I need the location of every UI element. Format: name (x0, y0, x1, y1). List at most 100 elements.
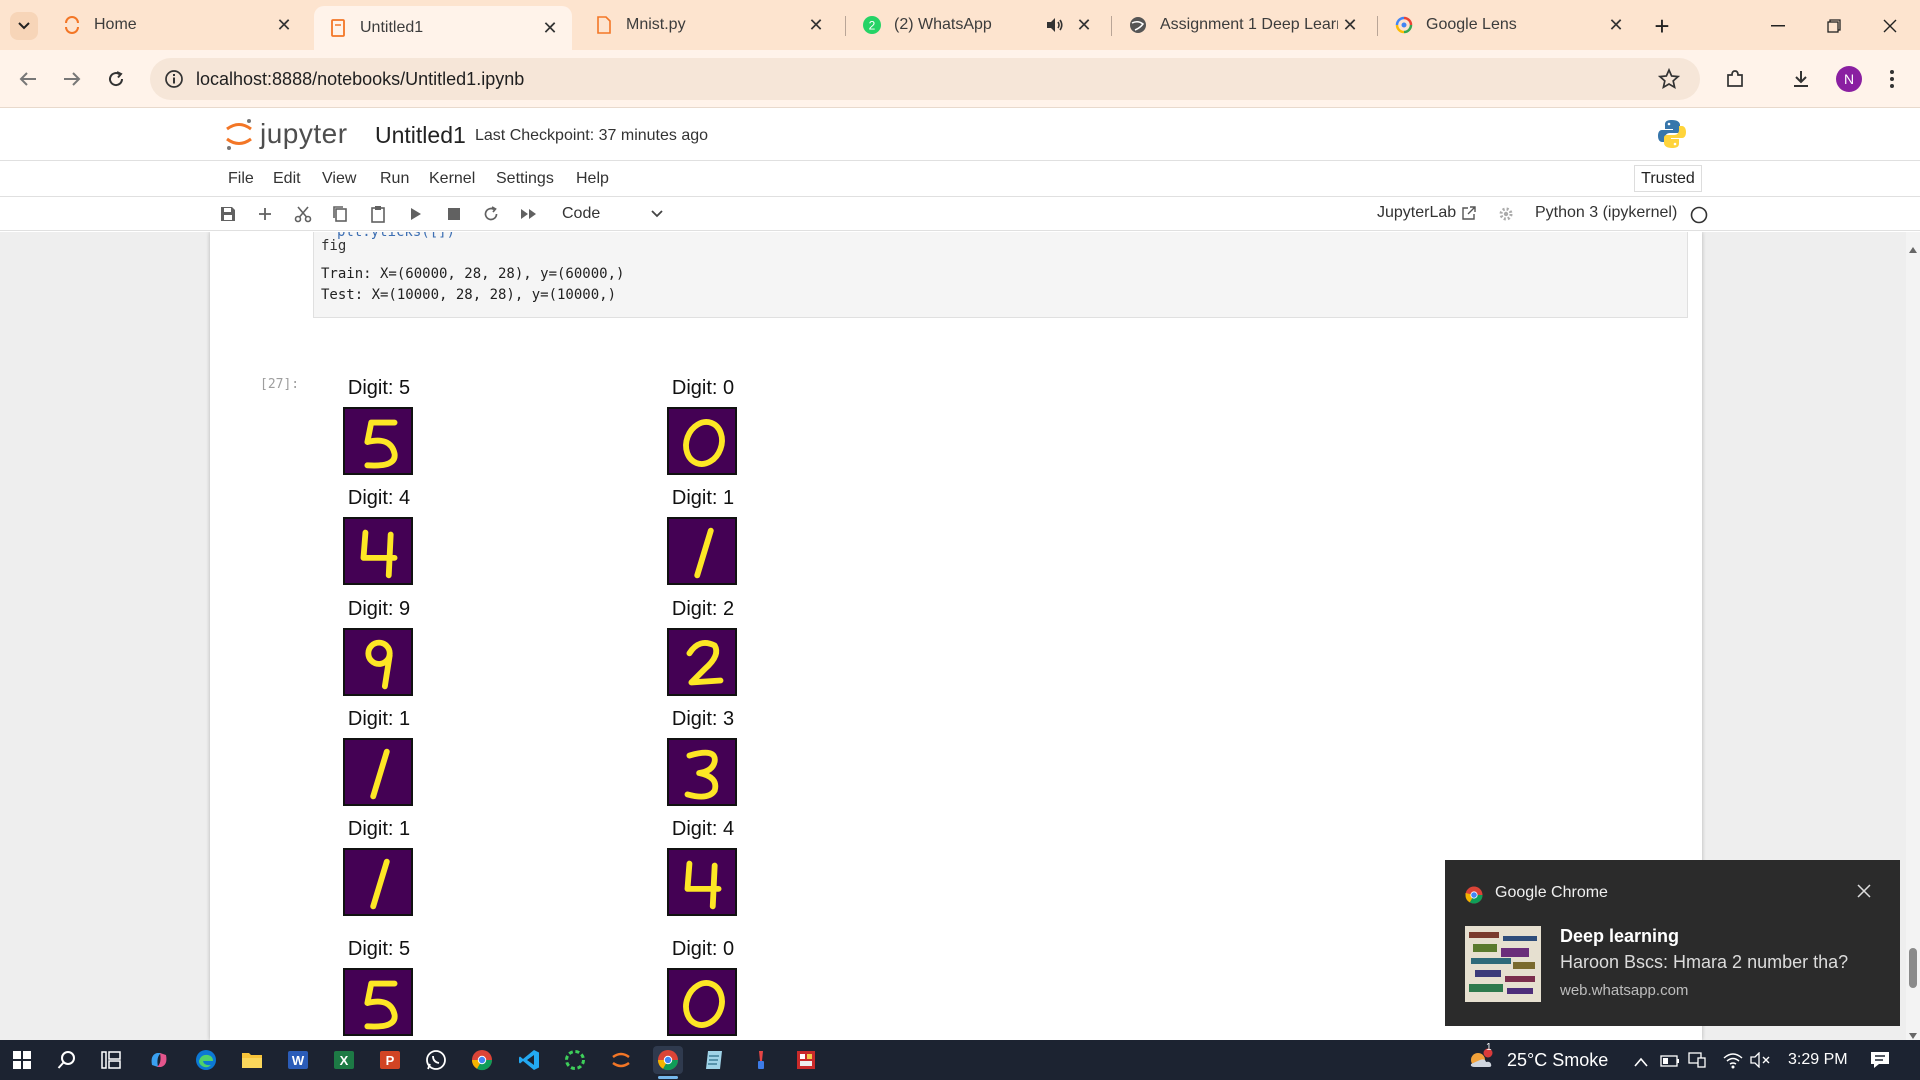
tab-mnist[interactable]: Mnist.py ✕ (580, 8, 838, 42)
menu-edit[interactable]: Edit (273, 170, 301, 188)
save-button[interactable] (218, 204, 238, 224)
close-icon[interactable]: ✕ (804, 13, 828, 37)
close-icon[interactable]: ✕ (1604, 13, 1628, 37)
reload-button[interactable] (100, 63, 132, 95)
cell-type-select[interactable]: Code (558, 201, 663, 227)
image-app[interactable] (792, 1046, 820, 1074)
scrollbar-thumb[interactable] (1909, 948, 1917, 988)
notebook-title[interactable]: Untitled1 (375, 122, 466, 149)
notebook-scrollbar[interactable] (1906, 232, 1920, 1040)
menu-run[interactable]: Run (380, 170, 409, 188)
menu-help[interactable]: Help (576, 170, 609, 188)
paint-app[interactable] (746, 1046, 774, 1074)
restore-button[interactable] (1816, 14, 1852, 38)
back-button[interactable] (12, 63, 44, 95)
url-text: localhost:8888/notebooks/Untitled1.ipynb (196, 69, 525, 89)
digit-image (343, 407, 413, 475)
fast-forward-icon (520, 208, 538, 220)
chrome-active-app[interactable] (653, 1046, 683, 1074)
jupyterlab-link[interactable]: JupyterLab (1377, 204, 1476, 222)
clock-time[interactable]: 3:29 PM (1788, 1051, 1848, 1069)
trusted-label: Trusted (1641, 169, 1695, 187)
copy-button[interactable] (330, 204, 350, 224)
chrome-icon (471, 1049, 493, 1071)
tab-assignment[interactable]: Assignment 1 Deep Learnin ✕ (1114, 8, 1372, 42)
copilot-app[interactable] (145, 1046, 173, 1074)
more-vert-icon (1889, 69, 1895, 89)
tab-google-lens[interactable]: Google Lens ✕ (1380, 8, 1638, 42)
weather-badge: 1 (1486, 1042, 1492, 1053)
profile-avatar[interactable]: N (1836, 66, 1862, 92)
downloads-button[interactable] (1785, 63, 1817, 95)
chrome-menu-button[interactable] (1876, 63, 1908, 95)
close-icon[interactable]: ✕ (272, 13, 296, 37)
tab-home[interactable]: Home ✕ (48, 8, 306, 42)
close-icon[interactable] (1857, 884, 1871, 903)
excel-app[interactable]: X (330, 1046, 358, 1074)
task-view-button[interactable] (97, 1046, 125, 1074)
tab-whatsapp[interactable]: 2 (2) WhatsApp ✕ (848, 8, 1106, 42)
display-icon[interactable] (1688, 1052, 1706, 1073)
digit-image (343, 517, 413, 585)
site-info-icon[interactable] (164, 69, 184, 94)
word-app[interactable]: W (284, 1046, 312, 1074)
digit-title: Digit: 1 (347, 708, 411, 730)
jupyter-app[interactable] (607, 1046, 635, 1074)
insert-cell-button[interactable] (255, 204, 275, 224)
tab-search-button[interactable] (10, 12, 38, 40)
vscode-app[interactable] (515, 1046, 543, 1074)
weather-text[interactable]: 25°C Smoke (1507, 1050, 1608, 1071)
battery-icon[interactable] (1660, 1054, 1680, 1072)
digit-title: Digit: 0 (671, 938, 735, 960)
forward-button[interactable] (56, 63, 88, 95)
cut-button[interactable] (293, 204, 313, 224)
chevron-up-icon[interactable] (1634, 1054, 1648, 1072)
minimize-button[interactable] (1760, 14, 1796, 38)
menu-settings[interactable]: Settings (496, 170, 554, 188)
notification-source: web.whatsapp.com (1560, 982, 1689, 999)
extensions-button[interactable] (1719, 63, 1751, 95)
paste-button[interactable] (368, 204, 388, 224)
restart-button[interactable] (481, 204, 501, 224)
search-button[interactable] (53, 1046, 81, 1074)
notification-center-icon[interactable] (1870, 1051, 1890, 1074)
wifi-icon[interactable] (1723, 1051, 1743, 1074)
powerpoint-app[interactable]: P (376, 1046, 404, 1074)
interrupt-button[interactable] (444, 204, 464, 224)
start-button[interactable] (8, 1046, 36, 1074)
new-tab-button[interactable]: + (1648, 11, 1676, 41)
menu-view[interactable]: View (322, 170, 356, 188)
bookmark-star-icon[interactable] (1657, 67, 1681, 95)
tab-untitled1[interactable]: Untitled1 ✕ (314, 6, 572, 50)
jupyterlab-label: JupyterLab (1377, 204, 1457, 221)
edge-app[interactable] (192, 1046, 220, 1074)
file-icon (594, 15, 614, 35)
close-window-button[interactable] (1872, 14, 1908, 38)
menu-kernel[interactable]: Kernel (429, 170, 475, 188)
whatsapp-app[interactable] (422, 1046, 450, 1074)
close-icon[interactable]: ✕ (1338, 13, 1362, 37)
url-bar[interactable]: localhost:8888/notebooks/Untitled1.ipynb (150, 58, 1700, 100)
file-explorer-app[interactable] (238, 1046, 266, 1074)
jupyter-header: jupyter Untitled1 Last Checkpoint: 37 mi… (0, 108, 1920, 161)
download-icon (1791, 69, 1811, 89)
jupyter-logo[interactable]: jupyter (224, 116, 348, 152)
tab-separator (845, 16, 846, 36)
chrome-notification[interactable]: Google Chrome Deep learning Haroon Bscs:… (1445, 860, 1900, 1026)
menu-file[interactable]: File (228, 170, 254, 188)
close-icon[interactable]: ✕ (538, 16, 562, 40)
close-icon (1883, 19, 1897, 33)
restart-run-all-button[interactable] (519, 204, 539, 224)
kernel-settings-icon[interactable] (1498, 206, 1514, 227)
trusted-indicator[interactable]: Trusted (1634, 165, 1702, 192)
kernel-status-icon (1690, 206, 1708, 229)
kernel-name[interactable]: Python 3 (ipykernel) (1535, 204, 1677, 222)
chrome-app[interactable] (468, 1046, 496, 1074)
volume-muted-icon[interactable] (1750, 1051, 1772, 1073)
spinner-app[interactable] (561, 1046, 589, 1074)
notepad-app[interactable] (700, 1046, 728, 1074)
close-icon[interactable]: ✕ (1072, 13, 1096, 37)
scroll-up-icon[interactable] (1909, 240, 1917, 258)
run-cell-button[interactable] (406, 204, 426, 224)
speaker-icon[interactable] (1046, 17, 1064, 33)
